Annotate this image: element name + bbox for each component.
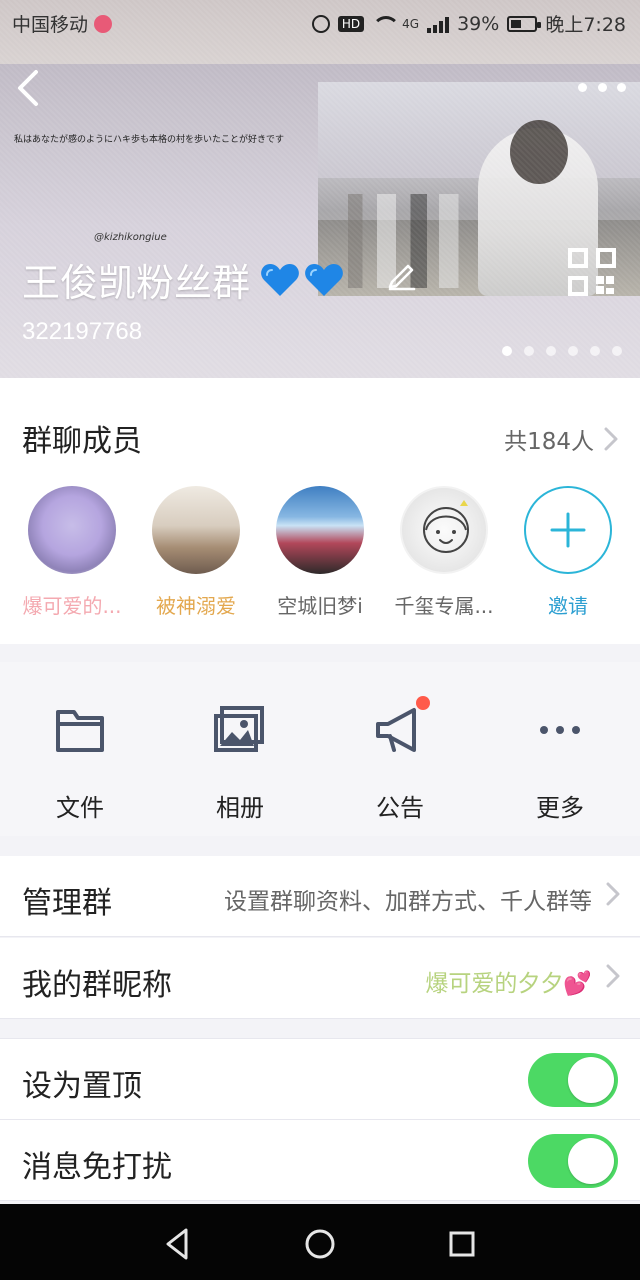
members-count: 共184人 [504,429,594,455]
files-action[interactable]: 文件 [0,702,160,823]
toggle-knob [568,1138,614,1184]
avatar [400,486,488,574]
toggle-knob [568,1057,614,1103]
folder-icon [48,702,112,758]
nav-recents-button[interactable] [442,1224,482,1264]
nav-home-button[interactable] [300,1224,340,1264]
cover-handle: @kizhikongiue [94,232,167,243]
members-section: 群聊成员 共184人 爆可爱的... 被神溺爱 空城旧梦i 千玺专属... 邀请 [0,378,640,644]
avatar [276,486,364,574]
cartoon-avatar-icon [423,500,469,553]
dot-icon [617,82,626,92]
mute-toggle[interactable] [528,1134,618,1188]
invite-circle [524,486,612,574]
pager-dot [546,346,556,356]
invite-label: 邀请 [548,594,588,618]
battery-icon [507,15,542,32]
more-dots-icon [528,702,592,758]
member-item[interactable]: 千玺专属... [384,486,504,619]
row-title: 管理群 [22,886,112,921]
group-header: 中国移动 HD 4G 39% 晚上7:28 私はあなたが感のようにハキ歩も本格の… [0,0,640,378]
signal-icon [427,15,450,33]
network-type: 4G [402,16,420,31]
chevron-right-icon [606,964,620,988]
wifi-icon [372,15,401,32]
nav-back-button[interactable] [158,1224,198,1264]
row-title: 我的群昵称 [22,968,172,1003]
action-label: 相册 [216,794,264,822]
back-arrow-icon [18,70,38,106]
members-count-link[interactable]: 共184人 [504,422,618,456]
invite-member-button[interactable]: 邀请 [508,486,628,619]
edit-group-name-button[interactable] [384,256,420,292]
avatar [28,486,116,574]
members-title: 群聊成员 [22,424,142,459]
avatar [152,486,240,574]
action-label: 公告 [376,794,424,822]
megaphone-icon [368,696,432,758]
action-label: 更多 [536,794,584,822]
group-nickname-row[interactable]: 我的群昵称 爆可爱的夕夕💕 [0,938,640,1019]
group-id: 322197768 [22,318,143,345]
member-item[interactable]: 被神溺爱 [136,486,256,619]
blue-heart-icon [260,262,300,298]
row-subtitle: 设置群聊资料、加群方式、千人群等 [224,889,592,915]
pager-dot [502,346,512,356]
cover-overlay-text: 私はあなたが感のようにハキ歩も本格の村を歩いたことが好きです [14,135,285,145]
row-title: 设为置顶 [22,1069,142,1104]
row-title: 消息免打扰 [22,1150,172,1185]
battery-percent: 39% [457,12,500,35]
pin-chat-row: 设为置顶 [0,1038,640,1120]
more-options-button[interactable] [578,74,626,100]
qr-code-icon [568,248,616,296]
carrier-name: 中国移动 [12,14,89,36]
blue-heart-icon [304,262,344,298]
clock-alarm-icon [311,14,330,33]
group-name: 王俊凯粉丝群 [22,263,251,305]
pencil-icon [388,264,416,291]
more-action[interactable]: 更多 [480,702,640,823]
chevron-right-icon [604,427,618,451]
announcement-action[interactable]: 公告 [320,696,480,823]
pager-dot [612,346,622,356]
system-navigation-bar [0,1204,640,1280]
members-row: 爆可爱的... 被神溺爱 空城旧梦i 千玺专属... 邀请 [0,486,640,626]
member-item[interactable]: 爆可爱的... [12,486,132,619]
carrier-emoji-icon [94,14,113,33]
blue-hearts-emoji [260,262,344,298]
member-item[interactable]: 空城旧梦i [260,486,380,619]
member-name: 被神溺爱 [156,594,236,618]
group-title-row: 王俊凯粉丝群 [22,252,344,307]
chevron-right-icon [606,882,620,906]
dot-icon [597,82,607,92]
plus-icon [550,512,586,548]
hd-icon: HD [337,15,365,32]
back-button[interactable] [10,68,46,108]
notification-badge [416,696,430,710]
pager-dot [590,346,600,356]
nickname-value: 爆可爱的夕夕💕 [425,971,592,997]
cover-pager-dots [502,346,622,356]
member-name: 千玺专属... [394,594,494,618]
status-bar: 中国移动 HD 4G 39% 晚上7:28 [0,0,640,44]
qr-code-button[interactable] [566,246,618,298]
clock-time: 晚上7:28 [545,14,626,36]
member-name: 空城旧梦i [277,594,363,618]
cover-person-head [510,120,568,184]
action-label: 文件 [56,794,104,822]
dot-icon [578,82,587,92]
album-action[interactable]: 相册 [160,702,320,823]
pager-dot [568,346,578,356]
photo-album-icon [208,702,272,758]
manage-group-row[interactable]: 管理群 设置群聊资料、加群方式、千人群等 [0,856,640,937]
member-name: 爆可爱的... [22,594,122,618]
pin-toggle[interactable] [528,1053,618,1107]
do-not-disturb-row: 消息免打扰 [0,1120,640,1201]
pager-dot [524,346,534,356]
quick-actions: 文件 相册 公告 更多 [0,662,640,836]
